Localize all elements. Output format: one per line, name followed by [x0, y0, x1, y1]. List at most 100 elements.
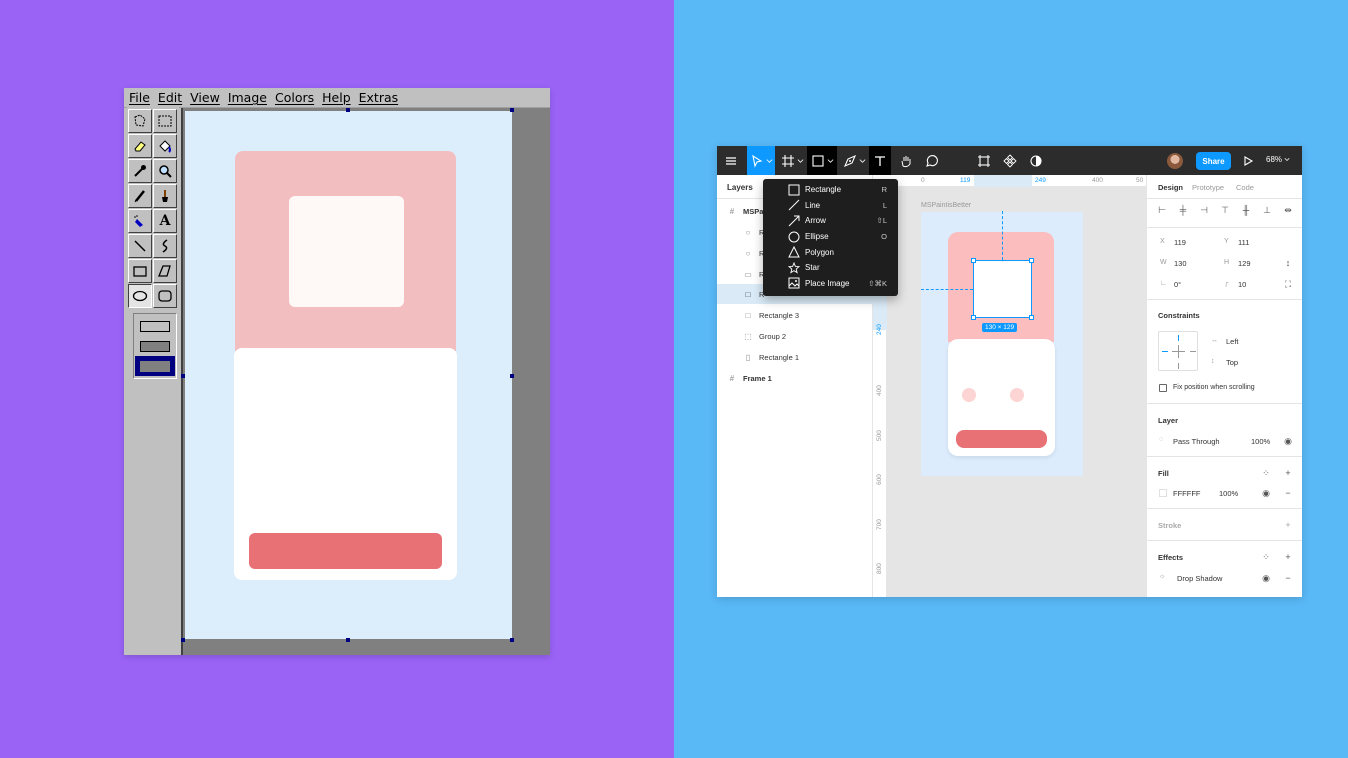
eye-icon[interactable]: ◉ [1261, 573, 1271, 583]
share-button[interactable]: Share [1196, 152, 1231, 170]
figma-canvas[interactable]: 0 119 249 400 50 240 400 500 600 700 800… [873, 175, 1146, 597]
tab-design[interactable]: Design [1158, 183, 1183, 192]
constrain-proportions-icon[interactable]: ↕ [1283, 258, 1293, 268]
fix-position-checkbox[interactable] [1159, 384, 1167, 392]
radius-input[interactable]: 10 [1238, 280, 1246, 289]
layer-item[interactable]: ⬚ Group 2 [717, 326, 873, 346]
mask-button[interactable] [1027, 146, 1045, 175]
y-input[interactable]: 111 [1238, 238, 1249, 247]
ellipse-tool[interactable] [128, 284, 152, 308]
line-tool[interactable] [128, 234, 152, 258]
rectangle-tool[interactable] [128, 259, 152, 283]
remove-fill-icon[interactable]: − [1283, 488, 1293, 498]
present-button[interactable] [1241, 146, 1255, 175]
outline-fill-style-option[interactable] [135, 336, 175, 356]
horizontal-constraint-select[interactable]: Left [1226, 337, 1239, 346]
fill-tool[interactable] [153, 134, 177, 158]
add-fill-icon[interactable]: + [1283, 468, 1293, 478]
menu-item-place-image[interactable]: Place Image ⇧⌘K [763, 276, 898, 292]
resize-handle-bottom-right[interactable] [510, 638, 514, 642]
shape-tool-button[interactable] [807, 146, 837, 175]
magnifier-tool[interactable] [153, 159, 177, 183]
x-input[interactable]: 119 [1174, 238, 1186, 247]
layer-item[interactable]: □ Rectangle 3 [717, 305, 873, 325]
resize-handle[interactable] [971, 315, 976, 320]
resize-handle-top-right[interactable] [510, 108, 514, 112]
eraser-tool[interactable] [128, 134, 152, 158]
resize-handle-bottom[interactable] [346, 638, 350, 642]
rotation-input[interactable]: 0° [1174, 280, 1181, 289]
polygon-tool[interactable] [153, 259, 177, 283]
align-center-v-icon[interactable]: ╫ [1241, 205, 1251, 215]
move-tool-button[interactable] [747, 146, 775, 175]
distribute-icon[interactable]: ⇹ [1283, 205, 1293, 215]
pen-tool-button[interactable] [841, 146, 867, 175]
text-tool[interactable]: A [153, 209, 177, 233]
fill-only-style-option[interactable] [135, 356, 175, 376]
selected-rectangle[interactable] [973, 260, 1032, 318]
tab-code[interactable]: Code [1236, 183, 1254, 192]
free-select-tool[interactable] [128, 109, 152, 133]
rounded-rect-tool[interactable] [153, 284, 177, 308]
styles-grid-icon[interactable]: ⁘ [1261, 552, 1271, 562]
remove-effect-icon[interactable]: − [1283, 573, 1293, 583]
rect-select-tool[interactable] [153, 109, 177, 133]
menu-extras[interactable]: Extras [359, 90, 399, 105]
pencil-tool[interactable] [128, 184, 152, 208]
component-button[interactable] [1001, 146, 1019, 175]
resize-handle[interactable] [1029, 315, 1034, 320]
effect-type-select[interactable]: Drop Shadow [1177, 574, 1222, 583]
paint-canvas[interactable] [185, 111, 512, 639]
menu-help[interactable]: Help [322, 90, 351, 105]
outline-style-option[interactable] [135, 316, 175, 336]
curve-tool[interactable] [153, 234, 177, 258]
main-menu-button[interactable] [724, 146, 738, 175]
align-top-icon[interactable]: ⊤ [1220, 205, 1230, 215]
layer-frame-1[interactable]: # Frame 1 [717, 368, 873, 388]
menu-item-arrow[interactable]: Arrow ⇧L [763, 213, 898, 229]
align-right-icon[interactable]: ⊣ [1199, 205, 1209, 215]
menu-view[interactable]: View [190, 90, 220, 105]
crop-tool-button[interactable] [975, 146, 993, 175]
avatar[interactable] [1167, 153, 1183, 169]
blend-mode-select[interactable]: Pass Through [1173, 437, 1220, 446]
resize-handle-top[interactable] [346, 108, 350, 112]
brush-tool[interactable] [153, 184, 177, 208]
white-card-shape[interactable] [948, 339, 1055, 456]
align-bottom-icon[interactable]: ⊥ [1262, 205, 1272, 215]
red-button-shape[interactable] [956, 430, 1047, 448]
w-input[interactable]: 130 [1174, 259, 1187, 268]
resize-handle-bottom-left[interactable] [181, 638, 185, 642]
layer-opacity-input[interactable]: 100% [1251, 437, 1270, 446]
align-left-icon[interactable]: ⊢ [1157, 205, 1167, 215]
resize-handle-left[interactable] [181, 374, 185, 378]
text-tool-button[interactable] [869, 146, 891, 175]
menu-item-ellipse[interactable]: Ellipse O [763, 229, 898, 245]
h-input[interactable]: 129 [1238, 259, 1251, 268]
fill-opacity-input[interactable]: 100% [1219, 489, 1238, 498]
layer-item[interactable]: ▯ Rectangle 1 [717, 347, 873, 367]
tab-prototype[interactable]: Prototype [1192, 183, 1224, 192]
zoom-dropdown[interactable]: 68% [1266, 155, 1290, 164]
menu-item-star[interactable]: Star [763, 260, 898, 276]
menu-image[interactable]: Image [228, 90, 267, 105]
hand-tool-button[interactable] [897, 146, 915, 175]
resize-handle-right[interactable] [510, 374, 514, 378]
picker-tool[interactable] [128, 159, 152, 183]
menu-item-polygon[interactable]: Polygon [763, 244, 898, 260]
add-effect-icon[interactable]: + [1283, 552, 1293, 562]
vertical-constraint-select[interactable]: Top [1226, 358, 1238, 367]
independent-corners-icon[interactable]: ⛶ [1283, 279, 1293, 289]
frame-mspaint[interactable]: 130 × 129 [921, 211, 1083, 476]
constraints-widget[interactable] [1158, 331, 1198, 371]
styles-grid-icon[interactable]: ⁘ [1261, 468, 1271, 478]
menu-edit[interactable]: Edit [158, 90, 182, 105]
airbrush-tool[interactable] [128, 209, 152, 233]
eye-icon[interactable]: ◉ [1283, 436, 1293, 446]
fill-hex-input[interactable]: FFFFFF [1173, 489, 1201, 498]
fill-swatch[interactable] [1159, 489, 1167, 497]
dot-shape[interactable] [1010, 388, 1024, 402]
eye-icon[interactable]: ◉ [1261, 488, 1271, 498]
frame-tool-button[interactable] [779, 146, 805, 175]
dot-shape[interactable] [962, 388, 976, 402]
